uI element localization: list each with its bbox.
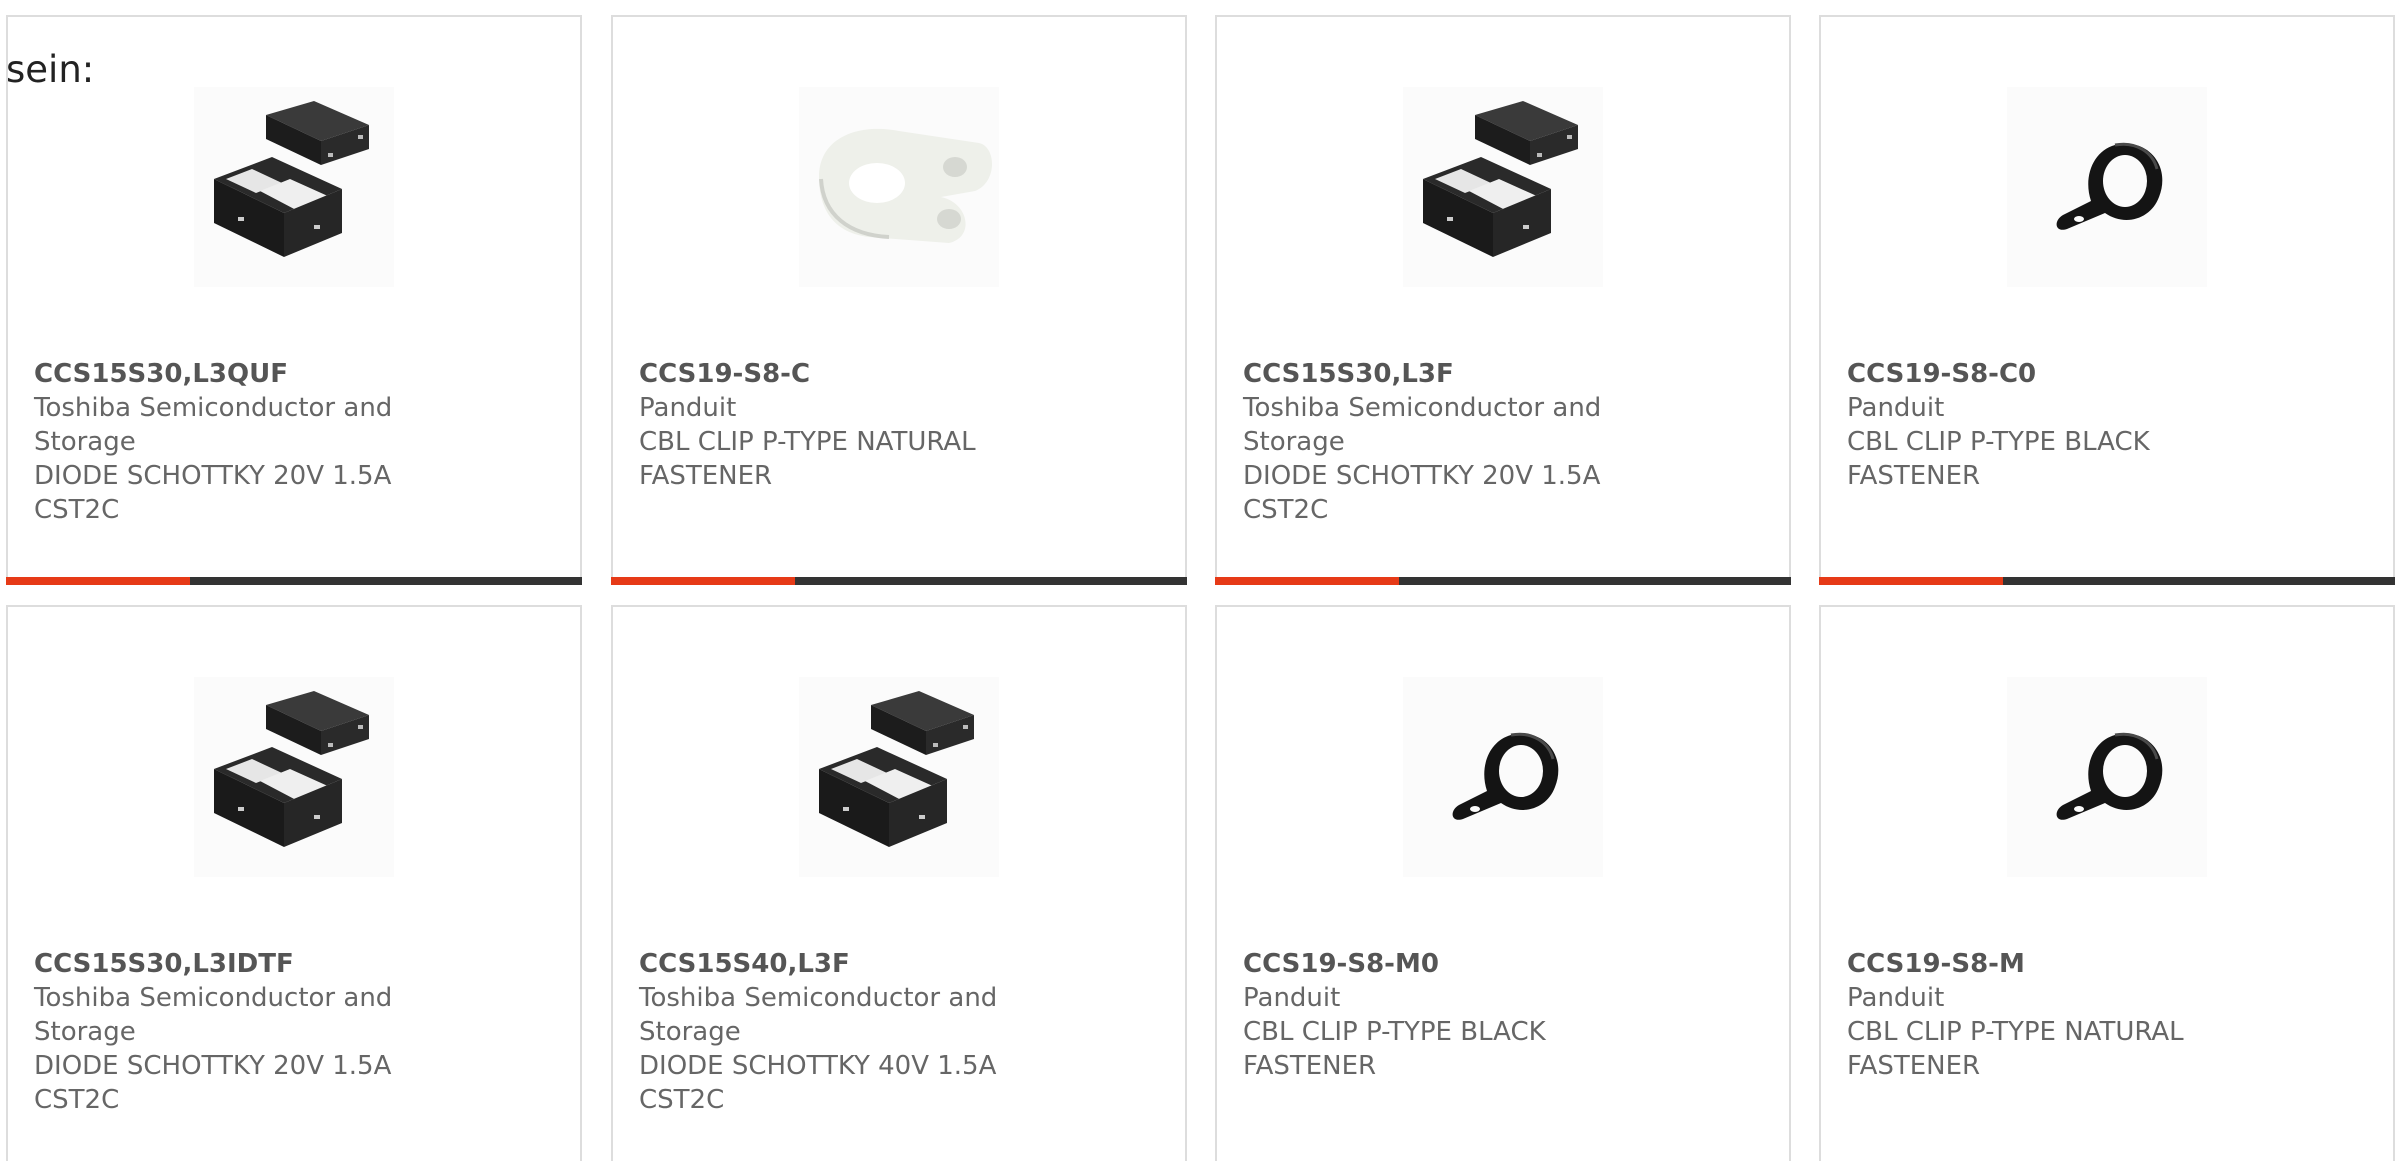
- diode-package-image: [799, 677, 999, 877]
- diode-package-image: [194, 677, 394, 877]
- card-footer-bar: [6, 577, 582, 585]
- manufacturer: Toshiba Semiconductor and Storage: [639, 983, 998, 1047]
- product-info: CCS15S30,L3IDTF Toshiba Semiconductor an…: [34, 947, 434, 1117]
- manufacturer: Panduit: [1847, 983, 1945, 1013]
- part-number[interactable]: CCS15S30,L3QUF: [34, 357, 434, 391]
- card-footer-bar: [611, 577, 1187, 585]
- description: CBL CLIP P-TYPE NATURAL FASTENER: [639, 427, 976, 491]
- description: CBL CLIP P-TYPE BLACK FASTENER: [1847, 427, 2150, 491]
- manufacturer: Panduit: [1243, 983, 1341, 1013]
- diode-package-image: [799, 677, 999, 877]
- product-card[interactable]: CCS15S30,L3IDTF Toshiba Semiconductor an…: [6, 605, 582, 1161]
- black-cable-clip-image: [2007, 87, 2207, 287]
- diode-package-image: [194, 87, 394, 287]
- description: DIODE SCHOTTKY 20V 1.5A CST2C: [34, 1051, 392, 1115]
- card-accent-bar: [1215, 577, 1399, 585]
- product-info: CCS15S30,L3F Toshiba Semiconductor and S…: [1243, 357, 1643, 527]
- card-accent-bar: [611, 577, 795, 585]
- description: DIODE SCHOTTKY 40V 1.5A CST2C: [639, 1051, 997, 1115]
- product-card[interactable]: CCS15S30,L3F Toshiba Semiconductor and S…: [1215, 15, 1791, 585]
- product-info: CCS19-S8-M Panduit CBL CLIP P-TYPE NATUR…: [1847, 947, 2247, 1083]
- diode-package-image: [1403, 87, 1603, 287]
- black-cable-clip-image: [1403, 677, 1603, 877]
- product-card[interactable]: CCS19-S8-C0 Panduit CBL CLIP P-TYPE BLAC…: [1819, 15, 2395, 585]
- part-number[interactable]: CCS15S30,L3IDTF: [34, 947, 434, 981]
- product-info: CCS19-S8-C0 Panduit CBL CLIP P-TYPE BLAC…: [1847, 357, 2247, 493]
- black-cable-clip-image: [2007, 677, 2207, 877]
- description: DIODE SCHOTTKY 20V 1.5A CST2C: [34, 461, 392, 525]
- part-number[interactable]: CCS15S30,L3F: [1243, 357, 1643, 391]
- manufacturer: Panduit: [639, 393, 737, 423]
- part-number[interactable]: CCS19-S8-M: [1847, 947, 2247, 981]
- card-footer-bar: [1215, 577, 1791, 585]
- description: CBL CLIP P-TYPE NATURAL FASTENER: [1847, 1017, 2184, 1081]
- manufacturer: Panduit: [1847, 393, 1945, 423]
- product-info: CCS19-S8-M0 Panduit CBL CLIP P-TYPE BLAC…: [1243, 947, 1643, 1083]
- product-card[interactable]: CCS15S40,L3F Toshiba Semiconductor and S…: [611, 605, 1187, 1161]
- product-card[interactable]: CCS15S30,L3QUF Toshiba Semiconductor and…: [6, 15, 582, 585]
- product-card[interactable]: CCS19-S8-C Panduit CBL CLIP P-TYPE NATUR…: [611, 15, 1187, 585]
- product-card[interactable]: CCS19-S8-M0 Panduit CBL CLIP P-TYPE BLAC…: [1215, 605, 1791, 1161]
- card-accent-bar: [1819, 577, 2003, 585]
- product-grid-page: sein: CCS15S30,L3QUF Toshiba Semiconduct…: [0, 0, 2400, 1161]
- part-number[interactable]: CCS19-S8-C: [639, 357, 1039, 391]
- manufacturer: Toshiba Semiconductor and Storage: [34, 983, 393, 1047]
- part-number[interactable]: CCS15S40,L3F: [639, 947, 1039, 981]
- black-cable-clip-image: [1403, 677, 1603, 877]
- description: CBL CLIP P-TYPE BLACK FASTENER: [1243, 1017, 1546, 1081]
- diode-package-image: [194, 677, 394, 877]
- product-info: CCS15S30,L3QUF Toshiba Semiconductor and…: [34, 357, 434, 527]
- natural-cable-clip-image: [799, 87, 999, 287]
- diode-package-image: [1403, 87, 1603, 287]
- black-cable-clip-image: [2007, 677, 2207, 877]
- description: DIODE SCHOTTKY 20V 1.5A CST2C: [1243, 461, 1601, 525]
- natural-cable-clip-image: [799, 87, 999, 287]
- part-number[interactable]: CCS19-S8-C0: [1847, 357, 2247, 391]
- product-card[interactable]: CCS19-S8-M Panduit CBL CLIP P-TYPE NATUR…: [1819, 605, 2395, 1161]
- manufacturer: Toshiba Semiconductor and Storage: [1243, 393, 1602, 457]
- product-info: CCS15S40,L3F Toshiba Semiconductor and S…: [639, 947, 1039, 1117]
- manufacturer: Toshiba Semiconductor and Storage: [34, 393, 393, 457]
- part-number[interactable]: CCS19-S8-M0: [1243, 947, 1643, 981]
- card-accent-bar: [6, 577, 190, 585]
- diode-package-image: [194, 87, 394, 287]
- product-info: CCS19-S8-C Panduit CBL CLIP P-TYPE NATUR…: [639, 357, 1039, 493]
- black-cable-clip-image: [2007, 87, 2207, 287]
- card-footer-bar: [1819, 577, 2395, 585]
- intro-text: sein:: [6, 48, 95, 91]
